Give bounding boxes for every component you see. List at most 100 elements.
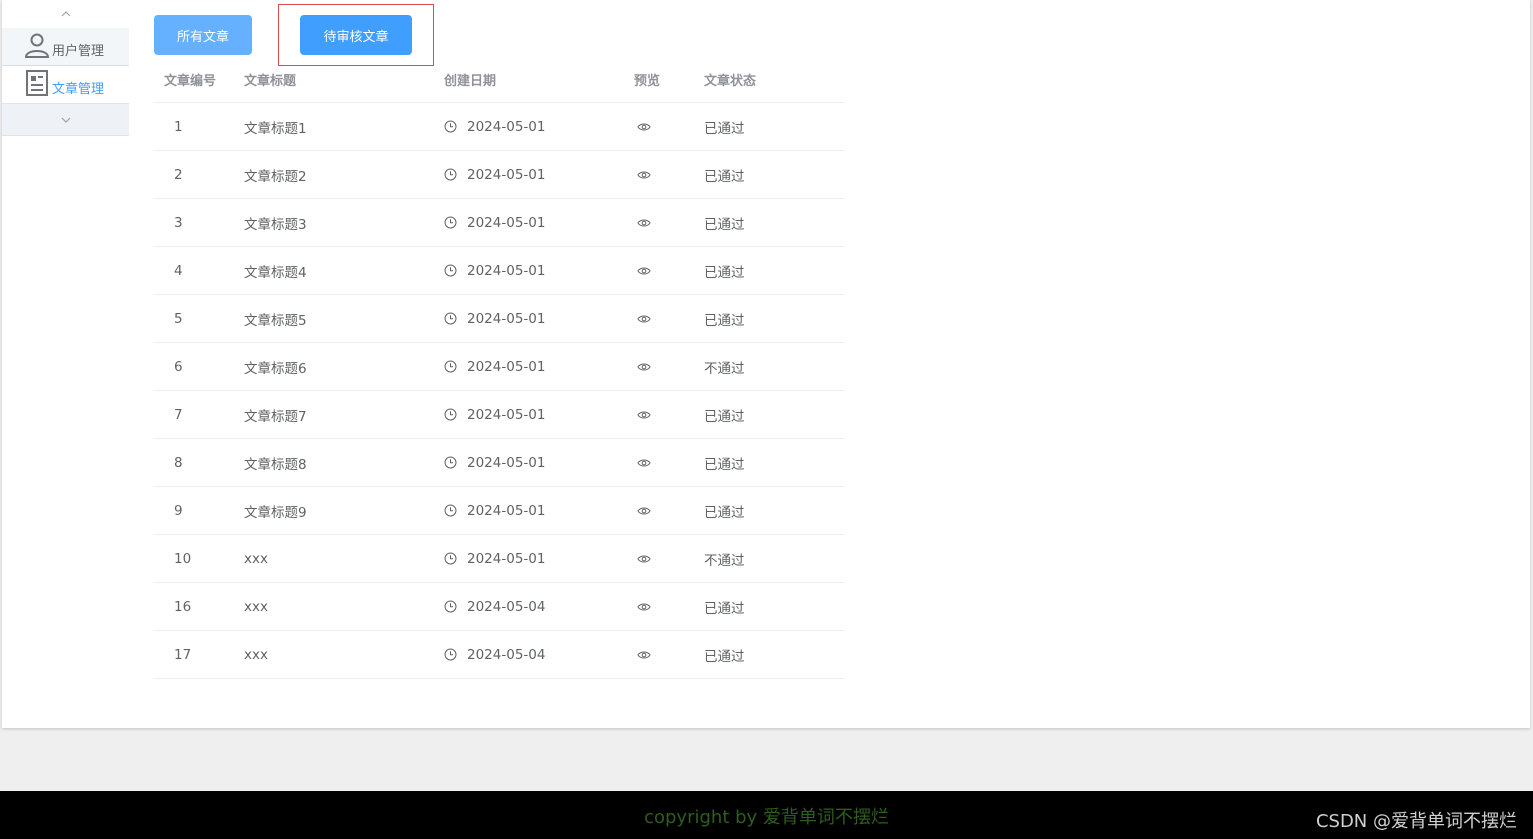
column-header-id: 文章编号 (164, 73, 217, 89)
cell-id: 3 (154, 215, 234, 231)
cell-status: 已通过 (694, 501, 844, 521)
user-icon (24, 31, 52, 59)
column-header-status: 文章状态 (704, 73, 757, 89)
clock-icon (444, 312, 457, 325)
article-status: 已通过 (704, 456, 745, 473)
cell-title: xxx (234, 599, 434, 615)
cell-date: 2024-05-01 (434, 263, 614, 279)
cell-date: 2024-05-01 (434, 407, 614, 423)
sidebar-item-user-management[interactable]: 用户管理 (2, 28, 129, 66)
article-title: 文章标题1 (244, 120, 307, 137)
clock-icon (444, 120, 457, 133)
cell-title: xxx (234, 647, 434, 663)
article-title: xxx (244, 550, 268, 567)
article-date: 2024-05-01 (467, 118, 546, 135)
clock-icon (444, 456, 457, 469)
article-status: 已通过 (704, 216, 745, 233)
table-row: 4 文章标题4 2024-05-01 已通过 (154, 247, 844, 295)
eye-icon[interactable] (637, 458, 651, 468)
cell-status: 已通过 (694, 309, 844, 329)
article-status: 已通过 (704, 648, 745, 665)
article-title: 文章标题3 (244, 216, 307, 233)
cell-status: 已通过 (694, 597, 844, 617)
eye-icon[interactable] (637, 506, 651, 516)
table-row: 17 xxx 2024-05-04 已通过 (154, 631, 844, 679)
cell-date: 2024-05-01 (434, 215, 614, 231)
table-row: 16 xxx 2024-05-04 已通过 (154, 583, 844, 631)
eye-icon[interactable] (637, 314, 651, 324)
sidebar-scroll-up[interactable] (2, 0, 129, 28)
cell-date: 2024-05-04 (434, 599, 614, 615)
cell-id: 10 (154, 551, 234, 567)
articles-table: 文章编号 文章标题 创建日期 预览 文章状态 1 文章标题1 2024-05-0… (154, 56, 844, 679)
cell-preview (614, 506, 674, 516)
cell-status: 已通过 (694, 645, 844, 665)
eye-icon[interactable] (637, 554, 651, 564)
cell-preview (614, 458, 674, 468)
cell-title: 文章标题1 (234, 117, 434, 137)
eye-icon[interactable] (637, 266, 651, 276)
article-date: 2024-05-01 (467, 406, 546, 423)
article-date: 2024-05-01 (467, 358, 546, 375)
cell-preview (614, 314, 674, 324)
table-row: 2 文章标题2 2024-05-01 已通过 (154, 151, 844, 199)
article-title: xxx (244, 646, 268, 663)
eye-icon[interactable] (637, 602, 651, 612)
all-articles-button[interactable]: 所有文章 (154, 15, 252, 55)
article-status: 不通过 (704, 552, 745, 569)
table-row: 8 文章标题8 2024-05-01 已通过 (154, 439, 844, 487)
article-date: 2024-05-01 (467, 550, 546, 567)
eye-icon[interactable] (637, 410, 651, 420)
table-row: 7 文章标题7 2024-05-01 已通过 (154, 391, 844, 439)
clock-icon (444, 168, 457, 181)
article-status: 已通过 (704, 600, 745, 617)
sidebar-item-label: 文章管理 (52, 82, 105, 97)
article-id: 17 (174, 646, 192, 663)
eye-icon[interactable] (637, 122, 651, 132)
column-header-date: 创建日期 (444, 73, 497, 89)
eye-icon[interactable] (637, 170, 651, 180)
cell-title: 文章标题7 (234, 405, 434, 425)
watermark-text: CSDN @爱背单词不摆烂 (1315, 811, 1517, 832)
footer: copyright by 爱背单词不摆烂 CSDN @爱背单词不摆烂 (0, 791, 1533, 839)
cell-id: 7 (154, 407, 234, 423)
article-status: 不通过 (704, 360, 745, 377)
article-status: 已通过 (704, 168, 745, 185)
article-status: 已通过 (704, 264, 745, 281)
sidebar-scroll-down[interactable] (2, 104, 129, 136)
cell-status: 不通过 (694, 549, 844, 569)
cell-date: 2024-05-01 (434, 311, 614, 327)
cell-status: 已通过 (694, 261, 844, 281)
article-id: 6 (174, 358, 183, 375)
cell-status: 已通过 (694, 213, 844, 233)
sidebar-item-article-management[interactable]: 文章管理 (2, 66, 129, 104)
article-id: 3 (174, 214, 183, 231)
cell-id: 1 (154, 119, 234, 135)
cell-title: 文章标题6 (234, 357, 434, 377)
cell-status: 已通过 (694, 405, 844, 425)
cell-preview (614, 410, 674, 420)
chevron-down-icon (61, 117, 70, 123)
cell-preview (614, 602, 674, 612)
cell-date: 2024-05-01 (434, 551, 614, 567)
cell-preview (614, 554, 674, 564)
article-id: 7 (174, 406, 183, 423)
clock-icon (444, 264, 457, 277)
cell-id: 2 (154, 167, 234, 183)
cell-preview (614, 650, 674, 660)
eye-icon[interactable] (637, 362, 651, 372)
article-date: 2024-05-01 (467, 262, 546, 279)
cell-title: 文章标题3 (234, 213, 434, 233)
clock-icon (444, 408, 457, 421)
pending-articles-button[interactable]: 待审核文章 (300, 15, 412, 55)
cell-preview (614, 266, 674, 276)
cell-id: 4 (154, 263, 234, 279)
column-header-title: 文章标题 (244, 73, 297, 89)
eye-icon[interactable] (637, 218, 651, 228)
article-title: 文章标题9 (244, 504, 307, 521)
article-title: 文章标题2 (244, 168, 307, 185)
cell-date: 2024-05-01 (434, 167, 614, 183)
eye-icon[interactable] (637, 650, 651, 660)
cell-preview (614, 362, 674, 372)
article-status: 已通过 (704, 312, 745, 329)
